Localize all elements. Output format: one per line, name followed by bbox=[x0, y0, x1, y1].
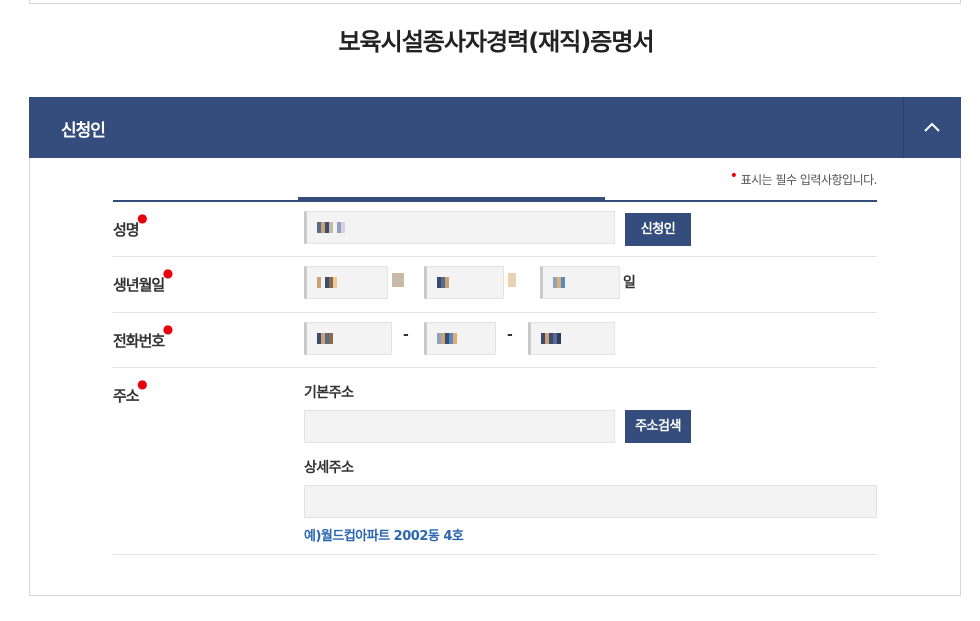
day-unit: 일 bbox=[623, 275, 636, 291]
top-container-border bbox=[29, 0, 961, 4]
detail-address-label: 상세주소 bbox=[304, 460, 354, 476]
required-note-text: 표시는 필수 입력사항입니다. bbox=[740, 173, 878, 187]
collapse-button[interactable] bbox=[903, 97, 961, 158]
birth-row: 생년월일 ● 일 bbox=[113, 257, 877, 313]
phone-middle-input[interactable] bbox=[424, 322, 496, 355]
page-title: 보육시설종사자경력(재직)증명서 bbox=[338, 28, 654, 56]
birth-label: 생년월일 ● bbox=[113, 266, 173, 294]
required-note: • 표시는 필수 입력사항입니다. bbox=[729, 168, 878, 188]
detail-address-input[interactable] bbox=[304, 485, 877, 518]
phone-row: 전화번호 ● - - bbox=[113, 313, 877, 368]
required-dot-icon: ● bbox=[137, 377, 148, 391]
required-dot-icon: ● bbox=[162, 322, 174, 336]
panel-title: 신청인 bbox=[61, 121, 106, 141]
masked-value bbox=[317, 222, 345, 233]
address-search-button[interactable]: 주소검색 bbox=[625, 410, 691, 443]
applicant-button[interactable]: 신청인 bbox=[625, 213, 691, 246]
required-dot-icon: ● bbox=[162, 266, 174, 280]
year-unit bbox=[392, 273, 404, 287]
applicant-panel: 신청인 • 표시는 필수 입력사항입니다. 성명 ● 신청인 생년월일 ● 일 … bbox=[29, 97, 961, 596]
required-dot-icon: ● bbox=[137, 211, 148, 225]
phone-separator-1: - bbox=[403, 327, 409, 343]
birth-month-input[interactable] bbox=[424, 266, 504, 299]
basic-address-label: 기본주소 bbox=[304, 385, 354, 401]
applicant-form: 성명 ● 신청인 생년월일 ● 일 전화번호 ● - - 주소 ● 기본주소 주… bbox=[113, 197, 877, 555]
chevron-up-icon bbox=[924, 122, 940, 132]
required-marker-icon: • bbox=[729, 168, 738, 184]
name-row: 성명 ● 신청인 bbox=[113, 202, 877, 257]
address-row: 주소 ● 기본주소 주소검색 상세주소 예)월드컵아파트 2002동 4호 bbox=[113, 368, 877, 555]
phone-first-input[interactable] bbox=[304, 322, 392, 355]
name-input[interactable] bbox=[304, 211, 615, 244]
phone-separator-2: - bbox=[507, 327, 513, 343]
birth-day-input[interactable] bbox=[540, 266, 620, 299]
address-example: 예)월드컵아파트 2002동 4호 bbox=[304, 529, 464, 544]
address-label: 주소 ● bbox=[113, 377, 148, 405]
basic-address-input[interactable] bbox=[304, 410, 615, 443]
phone-last-input[interactable] bbox=[528, 322, 615, 355]
name-label: 성명 ● bbox=[113, 211, 148, 239]
month-unit bbox=[508, 273, 516, 287]
phone-label: 전화번호 ● bbox=[113, 322, 173, 350]
birth-year-input[interactable] bbox=[304, 266, 388, 299]
panel-header: 신청인 bbox=[29, 97, 961, 158]
